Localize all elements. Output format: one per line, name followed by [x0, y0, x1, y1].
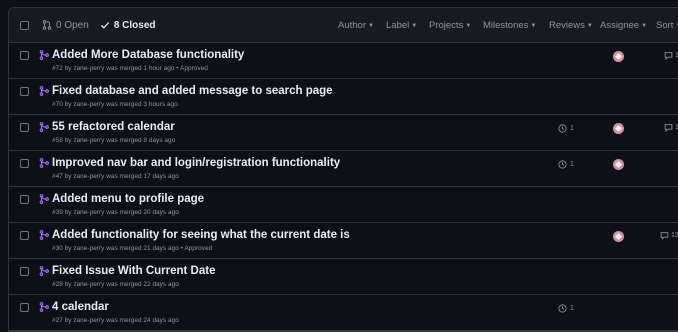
- review-indicator[interactable]: 1: [558, 124, 574, 133]
- pr-title-link[interactable]: Added menu to profile page: [52, 193, 204, 205]
- pr-meta: #72 by zane-perry was merged 1 hour ago …: [52, 65, 208, 72]
- row-checkbox[interactable]: [20, 267, 29, 276]
- pr-row: Added menu to profile page #39 by zane-pe…: [9, 187, 678, 223]
- pr-row: 55 refactored calendar #58 by zane-perry …: [9, 115, 678, 151]
- pr-meta: #70 by zane-perry was merged 3 hours ago: [52, 101, 178, 108]
- review-count: 1: [570, 305, 574, 312]
- pr-meta: #30 by zane-perry was merged 21 days ago…: [52, 245, 213, 252]
- caret-down-icon: ▼: [586, 23, 593, 29]
- pr-meta: #28 by zane-perry was merged 22 days ago: [52, 281, 179, 288]
- pr-row: Added More Database functionality #72 by …: [9, 43, 678, 79]
- reviews-filter-button[interactable]: Reviews ▼: [549, 20, 593, 31]
- projects-filter-label: Projects: [429, 20, 464, 31]
- pr-row: 4 calendar #27 by zane-perry was merged 2…: [9, 295, 678, 331]
- review-count: 1: [570, 161, 574, 168]
- assignee-avatar[interactable]: [613, 231, 624, 242]
- merged-pr-icon: [39, 122, 49, 132]
- pr-title-link[interactable]: Fixed Issue With Current Date: [52, 265, 215, 277]
- filter-bar: Author ▼ Label ▼ Projects ▼ Milestones ▼ Reviews…: [9, 8, 678, 42]
- review-count: 1: [570, 125, 574, 132]
- merged-pr-icon: [39, 194, 49, 204]
- merged-pr-icon: [39, 86, 49, 96]
- review-indicator[interactable]: 1: [558, 304, 574, 313]
- comment-count-link[interactable]: 1: [664, 123, 678, 132]
- author-filter-button[interactable]: Author ▼: [338, 20, 374, 31]
- pr-meta: #58 by zane-perry was merged 8 days ago: [52, 137, 176, 144]
- reviews-filter-label: Reviews: [549, 20, 585, 31]
- row-checkbox[interactable]: [20, 51, 29, 60]
- pr-title-link[interactable]: Added More Database functionality: [52, 49, 244, 61]
- row-checkbox[interactable]: [20, 123, 29, 132]
- label-filter-label: Label: [386, 20, 410, 31]
- pr-title-link[interactable]: Improved nav bar and login/registration …: [52, 157, 340, 169]
- row-checkbox[interactable]: [20, 87, 29, 96]
- merged-pr-icon: [39, 230, 49, 240]
- merged-pr-icon: [39, 266, 49, 276]
- caret-down-icon: ▼: [465, 23, 472, 29]
- pr-meta: #27 by zane-perry was merged 24 days ago: [52, 317, 179, 324]
- assignee-avatar[interactable]: [613, 123, 624, 134]
- pr-title-link[interactable]: 4 calendar: [52, 301, 109, 313]
- projects-filter-button[interactable]: Projects ▼: [429, 20, 471, 31]
- caret-down-icon: ▼: [641, 23, 648, 29]
- merged-pr-icon: [39, 158, 49, 168]
- milestones-filter-button[interactable]: Milestones ▼: [483, 20, 536, 31]
- pr-title-link[interactable]: 55 refactored calendar: [52, 121, 175, 133]
- assignee-avatar[interactable]: [613, 159, 624, 170]
- comment-icon: [664, 52, 673, 60]
- assignee-avatar[interactable]: [613, 51, 624, 62]
- assignee-filter-label: Assignee: [600, 20, 640, 31]
- merged-pr-icon: [39, 302, 49, 312]
- row-checkbox[interactable]: [20, 195, 29, 204]
- comment-count-link[interactable]: 13: [660, 231, 678, 240]
- pr-title-link[interactable]: Fixed database and added message to sear…: [52, 85, 333, 97]
- pr-row: Improved nav bar and login/registration …: [9, 151, 678, 187]
- caret-down-icon: ▼: [411, 23, 418, 29]
- pr-row: Fixed database and added message to sear…: [9, 79, 678, 115]
- list-header: 0 Open 8 Closed Author ▼ Label ▼ Projects ▼ Mi…: [9, 8, 678, 43]
- comment-icon: [664, 124, 673, 132]
- author-filter-label: Author: [338, 20, 366, 31]
- caret-down-icon: ▼: [530, 23, 537, 29]
- pr-rows: Added More Database functionality #72 by …: [9, 43, 678, 331]
- pr-meta: #39 by zane-perry was merged 20 days ago: [52, 209, 179, 216]
- pr-title-link[interactable]: Added functionality for seeing what the …: [52, 229, 350, 241]
- row-checkbox[interactable]: [20, 303, 29, 312]
- comment-count-link[interactable]: 1: [664, 51, 678, 60]
- pull-request-list: 0 Open 8 Closed Author ▼ Label ▼ Projects ▼ Mi…: [8, 7, 678, 332]
- sort-filter-button[interactable]: Sort▼: [656, 20, 678, 31]
- review-indicator[interactable]: 1: [558, 160, 574, 169]
- merged-pr-icon: [39, 50, 49, 60]
- sort-filter-label: Sort: [656, 20, 674, 31]
- caret-down-icon: ▼: [368, 23, 374, 29]
- milestones-filter-label: Milestones: [483, 20, 529, 31]
- row-checkbox[interactable]: [20, 231, 29, 240]
- comment-count: 13: [671, 232, 678, 239]
- pr-row: Added functionality for seeing what the …: [9, 223, 678, 259]
- review-icon: [558, 160, 567, 169]
- review-icon: [558, 304, 567, 313]
- pr-meta: #47 by zane-perry was merged 17 days ago: [52, 173, 179, 180]
- assignee-filter-button[interactable]: Assignee ▼: [600, 20, 647, 31]
- review-icon: [558, 124, 567, 133]
- pr-row: Fixed Issue With Current Date #28 by zane…: [9, 259, 678, 295]
- label-filter-button[interactable]: Label ▼: [386, 20, 417, 31]
- row-checkbox[interactable]: [20, 159, 29, 168]
- comment-icon: [660, 232, 669, 240]
